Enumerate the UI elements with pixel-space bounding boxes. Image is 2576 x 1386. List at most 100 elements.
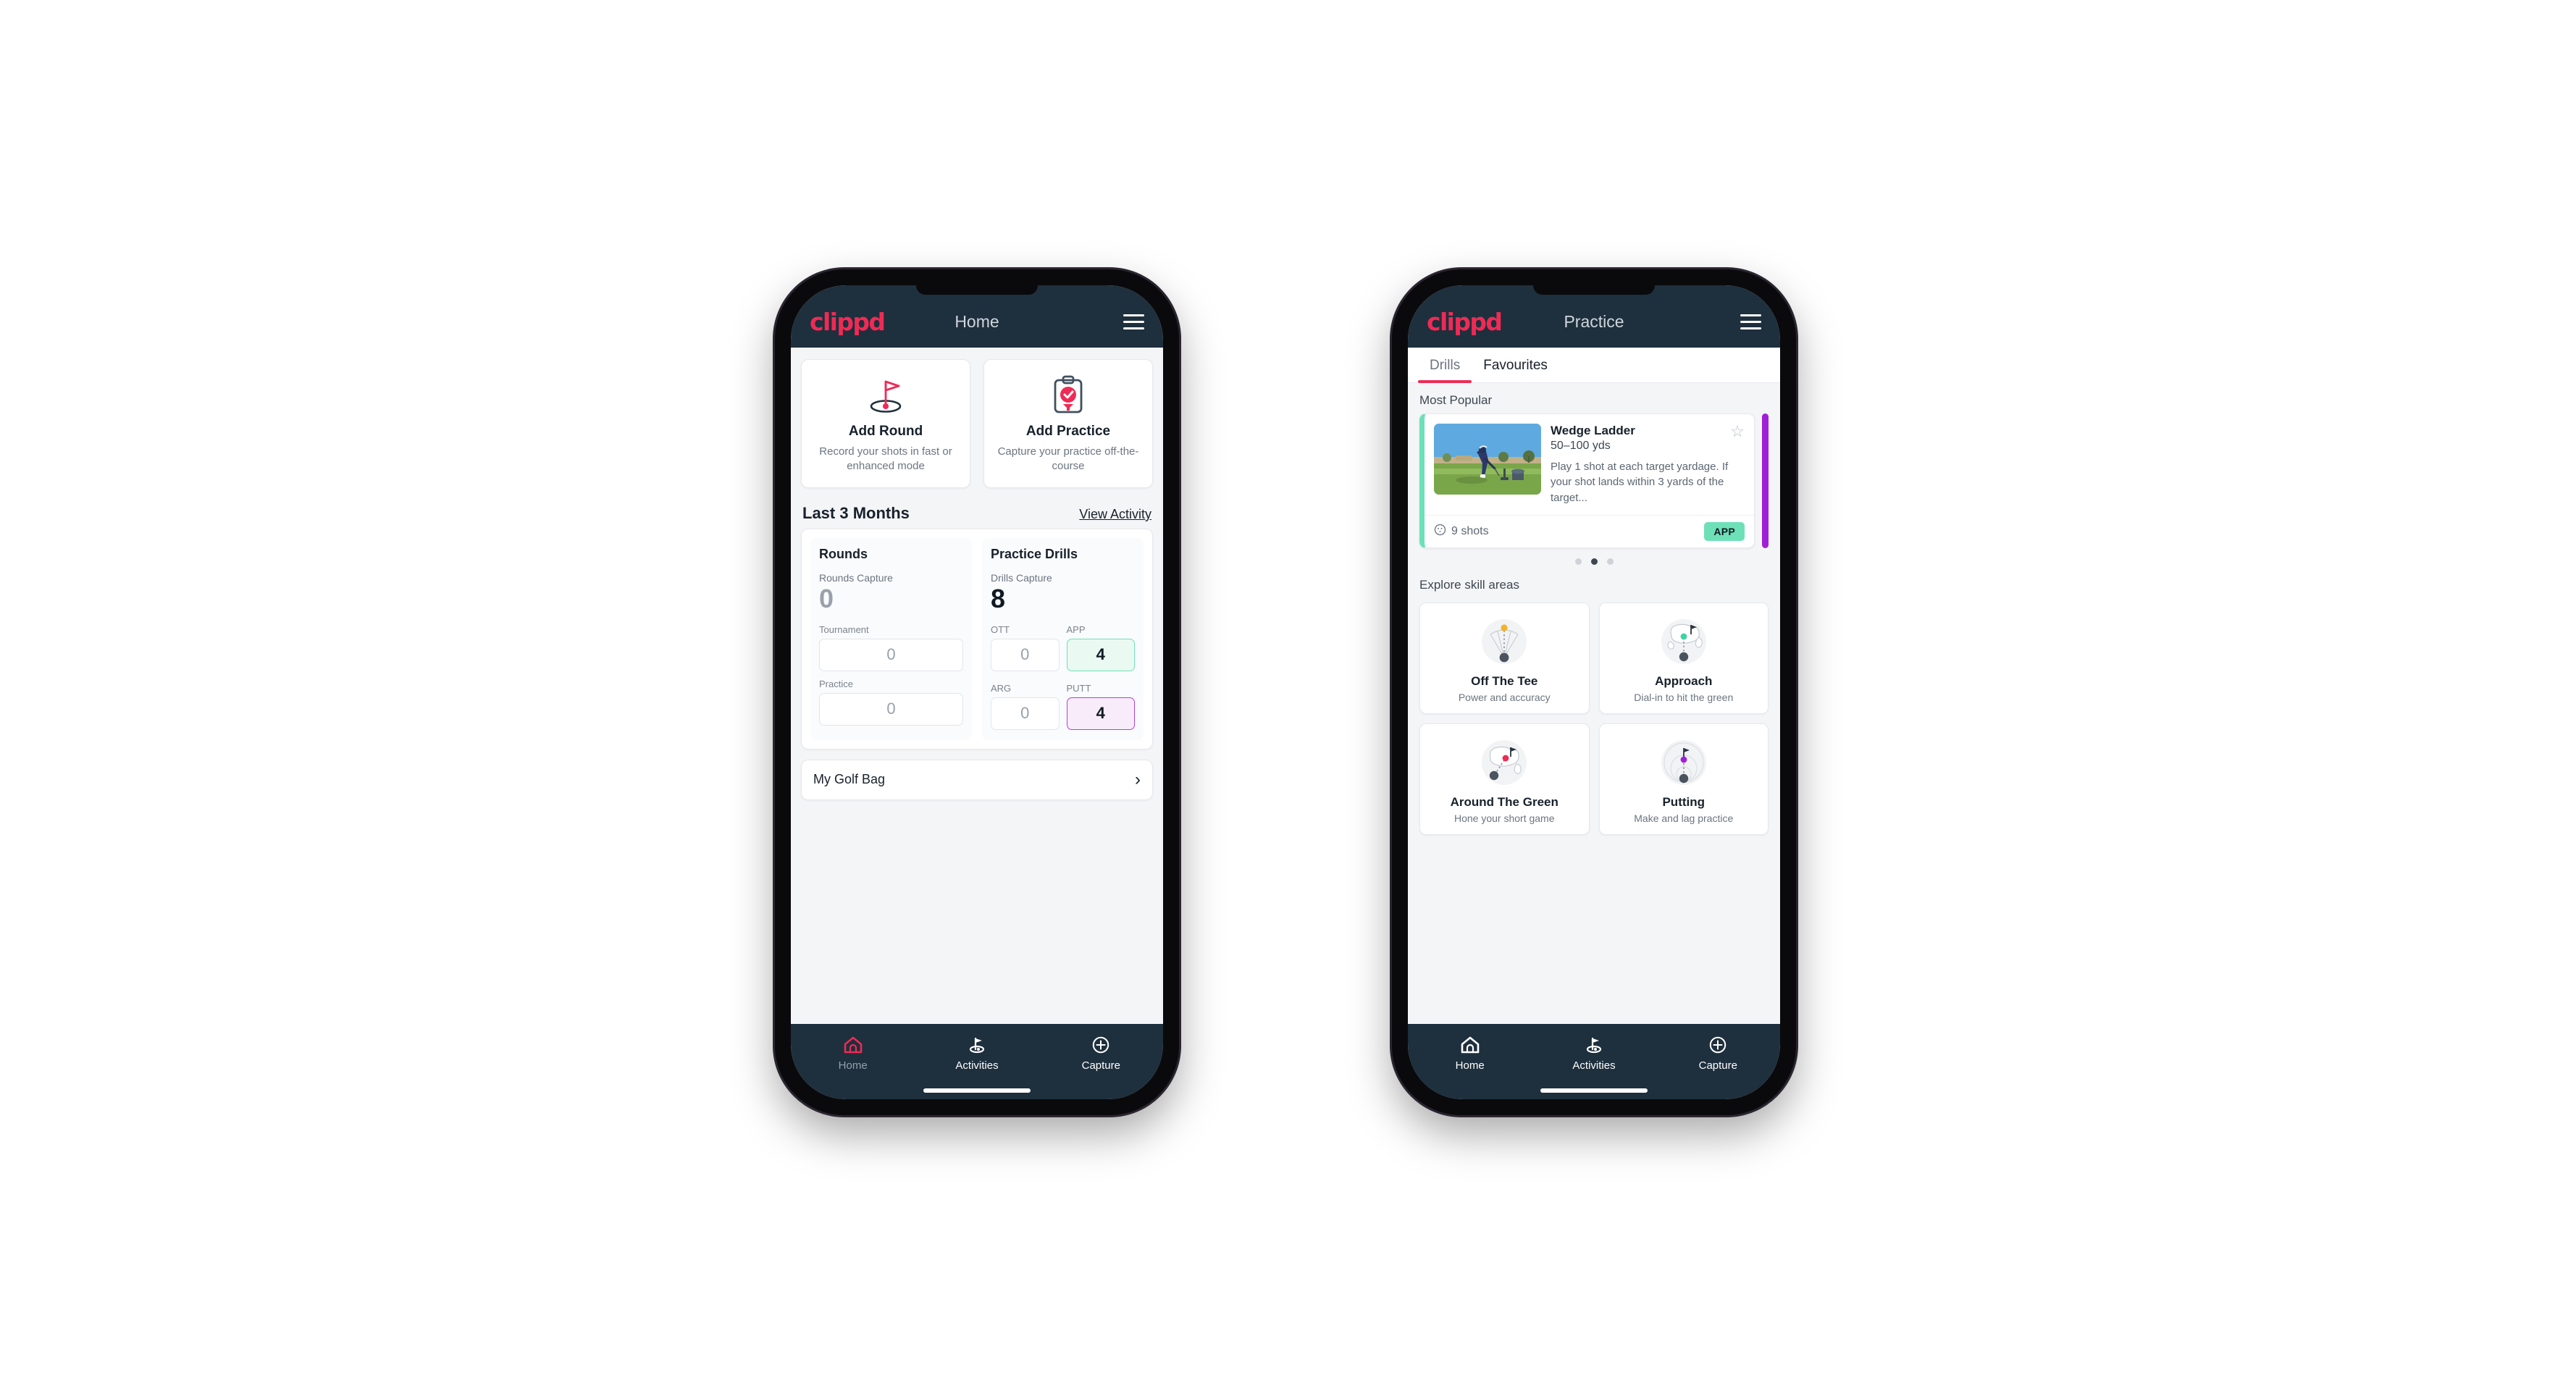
drill-name: Wedge Ladder — [1551, 424, 1635, 437]
practice-screen: clippd Practice Drills Favourites Most P… — [1408, 285, 1780, 1099]
most-popular-label: Most Popular — [1419, 393, 1493, 407]
drill-shots-label: 9 shots — [1451, 524, 1489, 537]
screenshot-canvas: clippd Home Add Round Record your shots … — [0, 0, 2576, 1386]
device-notch — [916, 285, 1038, 295]
tab-capture-label: Capture — [1698, 1059, 1737, 1072]
app-value: 4 — [1066, 638, 1135, 671]
app-field[interactable]: APP 4 — [1066, 623, 1135, 671]
stats-card: Rounds Rounds Capture 0 Tournament 0 Pra… — [801, 529, 1153, 749]
drill-description: Play 1 shot at each target yardage. If y… — [1551, 461, 1729, 504]
clipboard-check-icon — [1048, 373, 1088, 418]
tab-home[interactable]: Home — [791, 1034, 915, 1072]
clippd-logo[interactable]: clippd — [810, 308, 886, 336]
home-body: Add Round Record your shots in fast or e… — [791, 348, 1163, 1024]
next-drill-card-peek[interactable] — [1762, 413, 1769, 548]
tee-shot-dispersion-icon — [1426, 613, 1583, 670]
drill-meta: Wedge Ladder 50–100 yds ☆ Play 1 shot at… — [1551, 424, 1745, 505]
tab-favourites[interactable]: Favourites — [1472, 348, 1559, 382]
tab-capture[interactable]: Capture — [1656, 1034, 1780, 1072]
chip-around-green-icon — [1426, 734, 1583, 791]
quick-actions: Add Round Record your shots in fast or e… — [791, 348, 1163, 497]
golf-ball-icon — [1434, 524, 1446, 539]
my-golf-bag-label: My Golf Bag — [813, 772, 886, 787]
golf-flag-icon — [1532, 1034, 1656, 1056]
tab-activities-label: Activities — [955, 1059, 999, 1072]
skill-title: Off The Tee — [1471, 673, 1538, 688]
clippd-logo[interactable]: clippd — [1427, 308, 1503, 336]
skill-areas-grid: Off The Tee Power and accuracy Approach … — [1408, 598, 1780, 835]
last-3-months-header: Last 3 Months View Activity — [791, 497, 1163, 529]
skill-card-off-the-tee[interactable]: Off The Tee Power and accuracy — [1419, 602, 1590, 714]
add-round-title: Add Round — [848, 424, 923, 439]
carousel-dot-active[interactable] — [1590, 558, 1598, 565]
add-practice-card[interactable]: Add Practice Capture your practice off-t… — [983, 359, 1153, 488]
tab-activities[interactable]: Activities — [915, 1034, 1039, 1072]
add-round-card[interactable]: Add Round Record your shots in fast or e… — [801, 359, 970, 488]
star-outline-icon[interactable]: ☆ — [1730, 424, 1745, 440]
drills-capture-label: Drills Capture — [991, 572, 1052, 584]
my-golf-bag-row[interactable]: My Golf Bag › — [801, 759, 1153, 800]
tab-capture-label: Capture — [1081, 1059, 1120, 1072]
device-notch — [1533, 285, 1655, 295]
practice-tabs: Drills Favourites — [1408, 348, 1780, 383]
home-indicator — [1540, 1088, 1648, 1093]
drill-category-badge: APP — [1704, 521, 1745, 541]
tab-drills[interactable]: Drills — [1418, 348, 1472, 383]
hamburger-icon[interactable] — [1123, 314, 1144, 329]
skill-sub: Dial-in to hit the green — [1634, 691, 1734, 703]
skill-title: Putting — [1662, 794, 1706, 809]
drill-card-top: Wedge Ladder 50–100 yds ☆ Play 1 shot at… — [1425, 414, 1754, 515]
practice-value: 0 — [819, 692, 963, 726]
plus-circle-icon — [1039, 1034, 1163, 1056]
skill-title: Approach — [1655, 673, 1713, 688]
tournament-field[interactable]: Tournament 0 — [819, 624, 963, 671]
rounds-capture-value: 0 — [819, 584, 834, 613]
skill-sub: Power and accuracy — [1458, 691, 1551, 703]
app-label: APP — [1066, 623, 1086, 635]
add-practice-sub: Capture your practice off-the-course — [997, 445, 1139, 473]
golf-flag-icon — [915, 1034, 1039, 1056]
drill-yardage: 50–100 yds — [1551, 440, 1611, 452]
putting-rings-icon — [1606, 734, 1763, 791]
drill-shots: 9 shots — [1434, 524, 1489, 539]
home-icon — [791, 1034, 915, 1056]
ott-label: OTT — [991, 623, 1010, 635]
drills-heading: Practice Drills — [991, 547, 1078, 561]
practice-tabbar: Home Activities Capture — [1408, 1024, 1780, 1099]
view-activity-link[interactable]: View Activity — [1079, 507, 1151, 522]
putt-value: 4 — [1066, 697, 1135, 730]
approach-green-icon — [1606, 613, 1763, 670]
home-indicator — [923, 1088, 1031, 1093]
drills-capture-value: 8 — [991, 584, 1006, 613]
tab-home-label: Home — [838, 1059, 868, 1072]
home-tabbar: Home Activities Capture — [791, 1024, 1163, 1099]
carousel-dot[interactable] — [1574, 558, 1582, 565]
tab-home[interactable]: Home — [1408, 1034, 1532, 1072]
home-icon — [1408, 1034, 1532, 1056]
rounds-capture-label: Rounds Capture — [819, 572, 893, 584]
putt-label: PUTT — [1066, 682, 1091, 694]
tab-capture[interactable]: Capture — [1039, 1034, 1163, 1072]
arg-value: 0 — [991, 697, 1060, 730]
arg-label: ARG — [991, 682, 1012, 694]
practice-field[interactable]: Practice 0 — [819, 679, 963, 726]
add-round-sub: Record your shots in fast or enhanced mo… — [819, 445, 952, 473]
arg-field[interactable]: ARG 0 — [991, 683, 1060, 730]
tab-activities[interactable]: Activities — [1532, 1034, 1656, 1072]
hamburger-icon[interactable] — [1740, 314, 1761, 329]
skill-card-around-the-green[interactable]: Around The Green Hone your short game — [1419, 723, 1590, 835]
skill-card-approach[interactable]: Approach Dial-in to hit the green — [1598, 602, 1769, 714]
ott-field[interactable]: OTT 0 — [991, 624, 1060, 671]
rounds-heading: Rounds — [819, 547, 868, 561]
tournament-value: 0 — [819, 638, 963, 671]
putt-field[interactable]: PUTT 4 — [1066, 682, 1135, 730]
ott-value: 0 — [991, 638, 1060, 671]
drill-header: Wedge Ladder 50–100 yds ☆ — [1551, 424, 1745, 453]
drill-carousel[interactable]: Wedge Ladder 50–100 yds ☆ Play 1 shot at… — [1408, 413, 1780, 548]
skill-card-putting[interactable]: Putting Make and lag practice — [1598, 723, 1769, 835]
drills-row-2: ARG 0 PUTT 4 — [991, 683, 1135, 730]
carousel-dot[interactable] — [1606, 558, 1614, 565]
chevron-right-icon: › — [1135, 769, 1141, 789]
drill-card[interactable]: Wedge Ladder 50–100 yds ☆ Play 1 shot at… — [1419, 413, 1755, 548]
plus-circle-icon — [1656, 1034, 1780, 1056]
